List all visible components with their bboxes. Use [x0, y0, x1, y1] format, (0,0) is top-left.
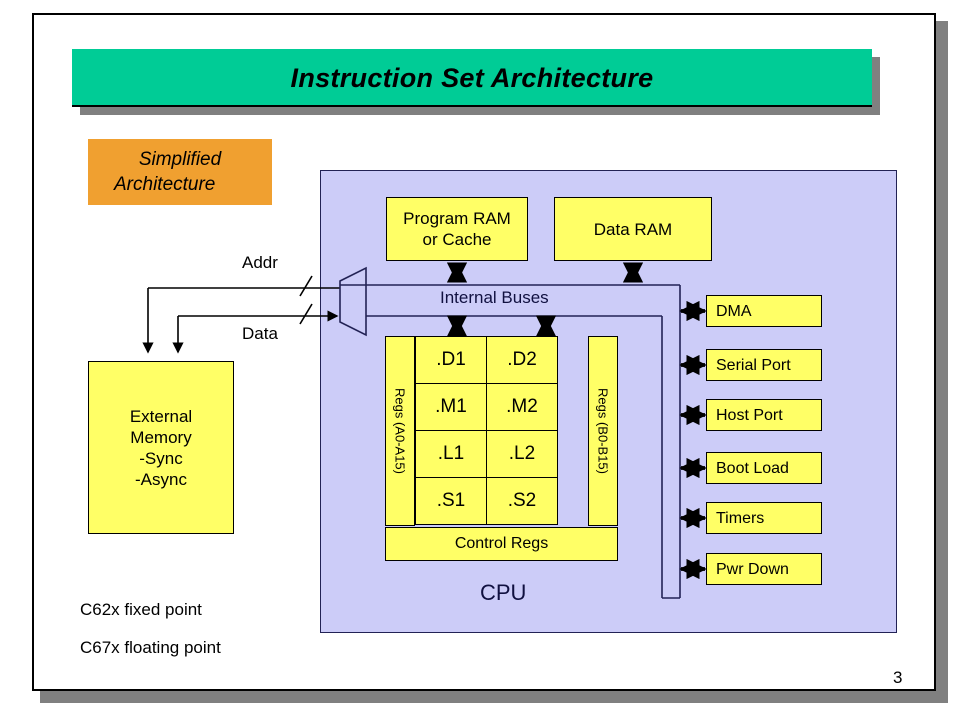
external-memory-block: External Memory -Sync -Async [88, 361, 234, 534]
callout-line-2: Architecture [114, 174, 216, 195]
footnote-floating-point: C67x floating point [80, 638, 221, 657]
unit-cell-s1: .S1 [415, 477, 487, 525]
addr-bus-label: Addr [242, 253, 278, 272]
data-bus-label: Data [242, 324, 278, 343]
data-ram-block: Data RAM [554, 197, 712, 261]
peripheral-boot-load: Boot Load [706, 452, 822, 484]
cpu-label: CPU [480, 580, 527, 605]
external-memory-line-4: -Async [135, 469, 187, 489]
page-number: 3 [893, 668, 903, 687]
simplified-architecture-callout: Simplified Architecture [88, 139, 272, 205]
regs-a-label: Regs (A0-A15) [392, 388, 408, 474]
external-memory-line-1: External [129, 406, 193, 426]
title-underline [72, 105, 872, 107]
external-memory-line-3: -Sync [139, 448, 183, 468]
regs-a-side: Regs (A0-A15) [385, 336, 415, 526]
unit-cell-d2: .D2 [486, 336, 558, 384]
register-file-grid: Regs (A0-A15) Regs (B0-B15) .D1 .D2 .M1 … [385, 336, 618, 561]
unit-cell-m1: .M1 [415, 383, 487, 431]
regs-b-side: Regs (B0-B15) [588, 336, 618, 526]
peripheral-timers: Timers [706, 502, 822, 534]
callout-line-1: Simplified [138, 149, 222, 170]
peripheral-pwr-down: Pwr Down [706, 553, 822, 585]
external-memory-line-2: Memory [130, 427, 192, 447]
peripheral-host-port: Host Port [706, 399, 822, 431]
program-ram-line-1: Program RAM [403, 209, 511, 228]
unit-cell-d1: .D1 [415, 336, 487, 384]
unit-cell-l2: .L2 [486, 430, 558, 478]
regs-b-label: Regs (B0-B15) [595, 388, 611, 474]
control-regs-block: Control Regs [385, 527, 618, 561]
footnote-fixed-point: C62x fixed point [80, 600, 202, 619]
internal-buses-label: Internal Buses [440, 288, 549, 307]
unit-cell-l1: .L1 [415, 430, 487, 478]
program-ram-block: Program RAM or Cache [386, 197, 528, 261]
program-ram-line-2: or Cache [422, 230, 492, 249]
unit-cell-s2: .S2 [486, 477, 558, 525]
peripheral-serial-port: Serial Port [706, 349, 822, 381]
peripheral-dma: DMA [706, 295, 822, 327]
page-title: Instruction Set Architecture [290, 62, 654, 93]
title-banner: Instruction Set Architecture [72, 49, 872, 107]
unit-cell-m2: .M2 [486, 383, 558, 431]
